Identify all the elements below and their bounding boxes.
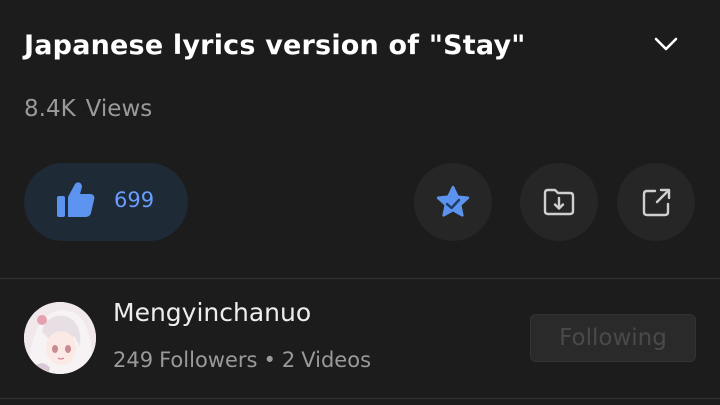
- share-button[interactable]: [617, 163, 695, 241]
- thumbs-up-icon: [57, 182, 95, 217]
- like-button[interactable]: 699: [24, 163, 188, 241]
- uploader-stats: 249 Followers • 2 Videos: [113, 348, 377, 372]
- view-count: 8.4K Views: [24, 96, 152, 122]
- star-icon: [436, 185, 470, 217]
- followers-count: 249: [113, 348, 154, 372]
- section-divider-bottom: [0, 398, 720, 399]
- folder-download-icon: [543, 188, 575, 216]
- section-divider: [0, 278, 720, 279]
- stats-separator: •: [263, 348, 276, 372]
- download-button[interactable]: [520, 163, 598, 241]
- following-button[interactable]: Following: [530, 314, 696, 362]
- followers-label: Followers: [159, 348, 258, 372]
- favorite-button[interactable]: [414, 163, 492, 241]
- video-title: Japanese lyrics version of "Stay": [24, 30, 526, 61]
- chevron-down-icon[interactable]: [652, 34, 680, 54]
- avatar[interactable]: [24, 302, 96, 374]
- uploader-name[interactable]: Mengyinchanuo: [113, 298, 311, 327]
- videos-label: Videos: [301, 348, 372, 372]
- videos-count: 2: [281, 348, 296, 372]
- share-icon: [642, 188, 671, 217]
- view-count-number: 8.4K: [24, 96, 76, 122]
- like-count: 699: [114, 188, 155, 212]
- view-count-label: Views: [85, 96, 153, 122]
- anime-girl-avatar-image: [24, 302, 96, 374]
